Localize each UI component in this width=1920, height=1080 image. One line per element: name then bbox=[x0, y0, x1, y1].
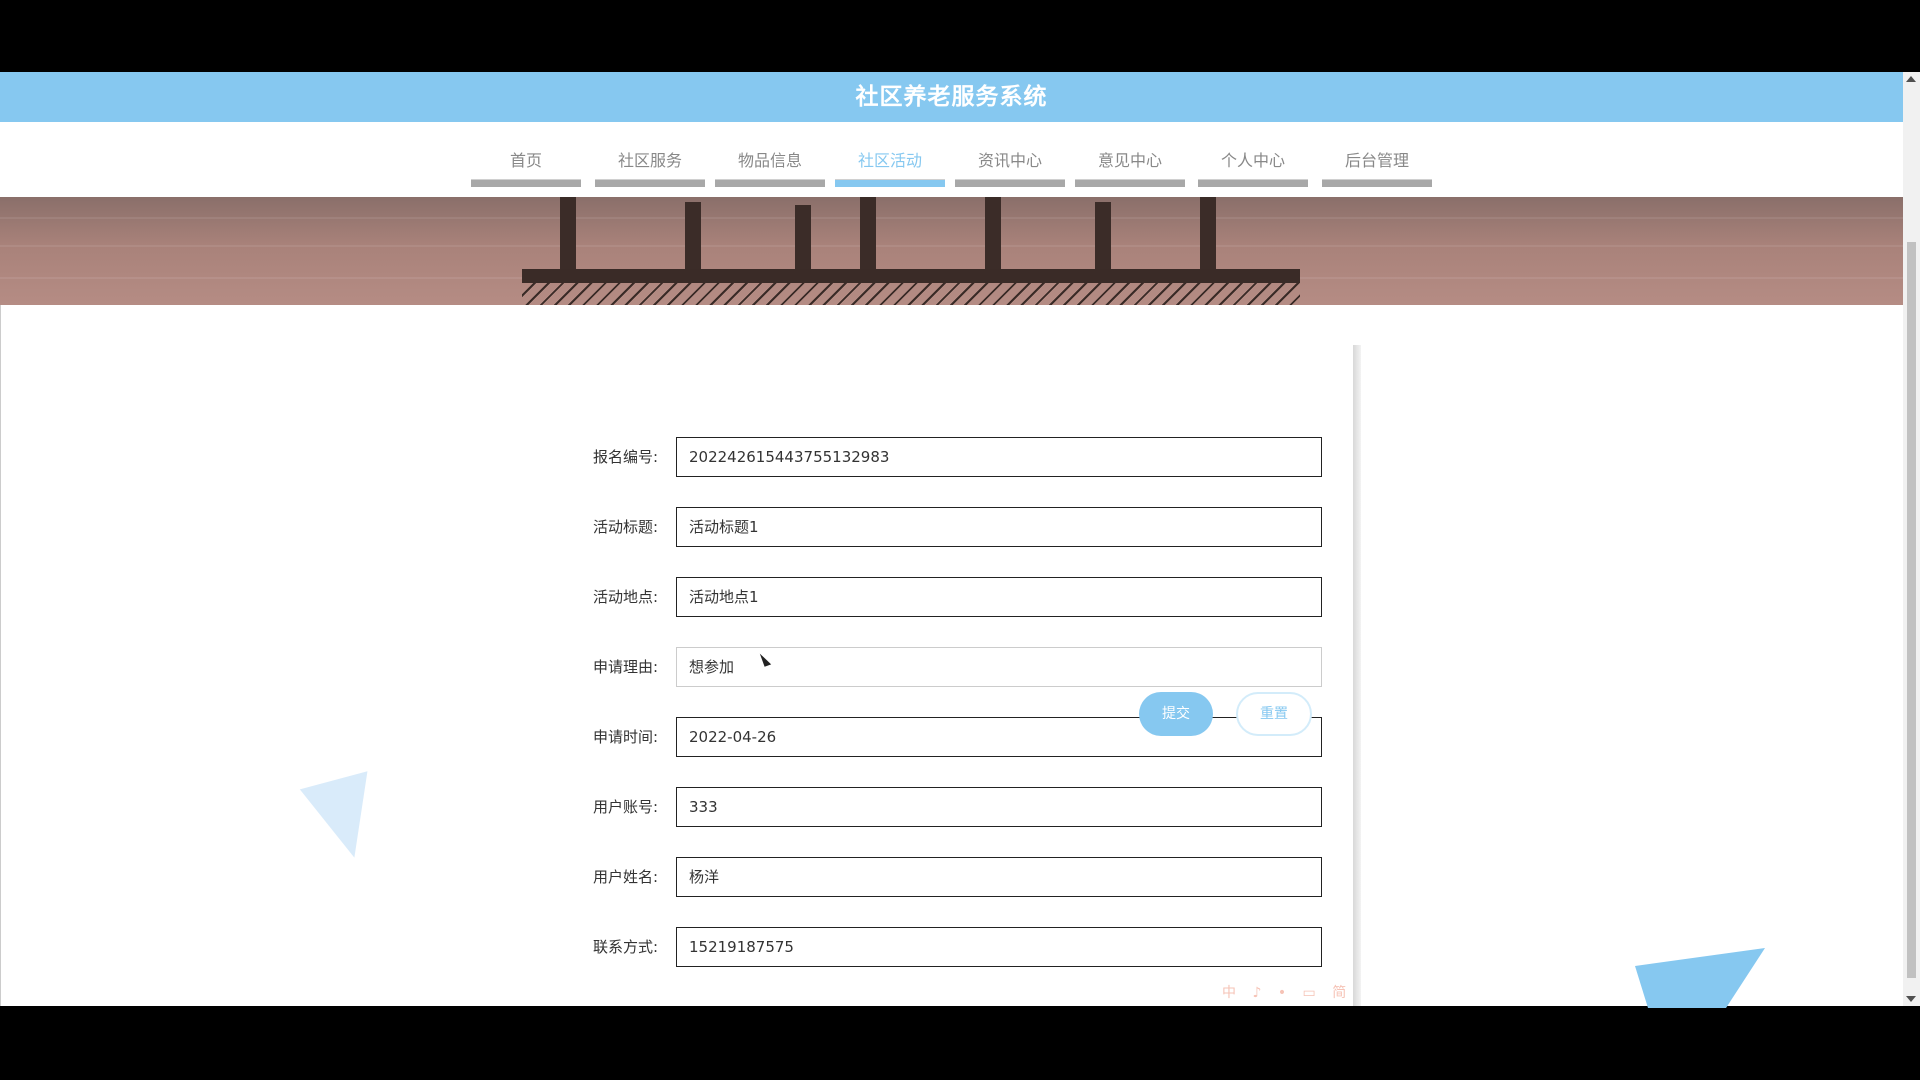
vertical-scrollbar[interactable] bbox=[1903, 72, 1920, 1006]
form-area: 报名编号: 202242615443755132983 活动标题: 活动标题1 … bbox=[0, 305, 1904, 1006]
application-time-input[interactable]: 2022-04-26 bbox=[676, 717, 1322, 757]
site-header: 社区养老服务系统 bbox=[0, 72, 1903, 122]
field-label: 用户姓名: bbox=[592, 868, 658, 886]
nav-item-home[interactable]: 首页 bbox=[471, 122, 581, 197]
nav-label: 社区服务 bbox=[617, 151, 682, 170]
user-account-input[interactable]: 333 bbox=[676, 787, 1322, 827]
nav-underline bbox=[1075, 179, 1185, 187]
site-title: 社区养老服务系统 bbox=[855, 84, 1048, 110]
field-label: 联系方式: bbox=[592, 938, 658, 956]
main-nav: 首页 社区服务 物品信息 社区活动 资讯中心 意见中心 个人中心 后台管理 bbox=[0, 122, 1903, 197]
nav-underline bbox=[715, 179, 825, 187]
nav-label: 社区活动 bbox=[857, 151, 922, 170]
ime-toolbar: 中 ♪ • ▭ 简 bbox=[1222, 985, 1353, 1001]
user-name-input[interactable]: 杨洋 bbox=[676, 857, 1322, 897]
reset-button[interactable]: 重置 bbox=[1236, 692, 1312, 736]
nav-label: 首页 bbox=[509, 151, 542, 170]
scroll-thumb[interactable] bbox=[1907, 242, 1916, 978]
nav-item-community-activity[interactable]: 社区活动 bbox=[835, 122, 945, 197]
field-label: 申请时间: bbox=[592, 728, 658, 746]
nav-label: 后台管理 bbox=[1344, 151, 1409, 170]
pier-deck bbox=[522, 269, 1300, 283]
water-ripple bbox=[0, 217, 1903, 219]
pier-rail bbox=[522, 283, 1300, 305]
field-label: 报名编号: bbox=[592, 448, 658, 466]
nav-label: 资讯中心 bbox=[977, 151, 1042, 170]
field-label: 申请理由: bbox=[592, 658, 658, 676]
nav-underline bbox=[1322, 179, 1432, 187]
submit-button[interactable]: 提交 bbox=[1139, 692, 1213, 736]
browser-viewport: 社区养老服务系统 首页 社区服务 物品信息 社区活动 资讯中心 意见中心 个人中… bbox=[0, 72, 1920, 1006]
scroll-up-arrow[interactable] bbox=[1906, 76, 1916, 82]
application-reason-input[interactable]: 想参加 bbox=[676, 647, 1322, 687]
field-label: 活动地点: bbox=[592, 588, 658, 606]
nav-item-personal-center[interactable]: 个人中心 bbox=[1198, 122, 1308, 197]
nav-item-goods-info[interactable]: 物品信息 bbox=[715, 122, 825, 197]
nav-item-feedback-center[interactable]: 意见中心 bbox=[1075, 122, 1185, 197]
field-label: 活动标题: bbox=[592, 518, 658, 536]
nav-item-community-service[interactable]: 社区服务 bbox=[595, 122, 705, 197]
contact-input[interactable]: 15219187575 bbox=[676, 927, 1322, 967]
nav-label: 意见中心 bbox=[1097, 151, 1162, 170]
water-ripple bbox=[0, 245, 1903, 247]
registration-id-input[interactable]: 202242615443755132983 bbox=[676, 437, 1322, 477]
nav-label: 个人中心 bbox=[1220, 151, 1285, 170]
nav-underline bbox=[835, 179, 945, 187]
nav-underline bbox=[471, 179, 581, 187]
nav-item-admin[interactable]: 后台管理 bbox=[1322, 122, 1432, 197]
nav-label: 物品信息 bbox=[737, 151, 802, 170]
nav-underline bbox=[595, 179, 705, 187]
nav-underline bbox=[1198, 179, 1308, 187]
scroll-down-arrow[interactable] bbox=[1906, 996, 1916, 1002]
nav-item-news-center[interactable]: 资讯中心 bbox=[955, 122, 1065, 197]
activity-title-input[interactable]: 活动标题1 bbox=[676, 507, 1322, 547]
activity-location-input[interactable]: 活动地点1 bbox=[676, 577, 1322, 617]
nav-underline bbox=[955, 179, 1065, 187]
field-label: 用户账号: bbox=[592, 798, 658, 816]
panel-shadow bbox=[1353, 345, 1361, 1006]
banner-image bbox=[0, 197, 1903, 305]
